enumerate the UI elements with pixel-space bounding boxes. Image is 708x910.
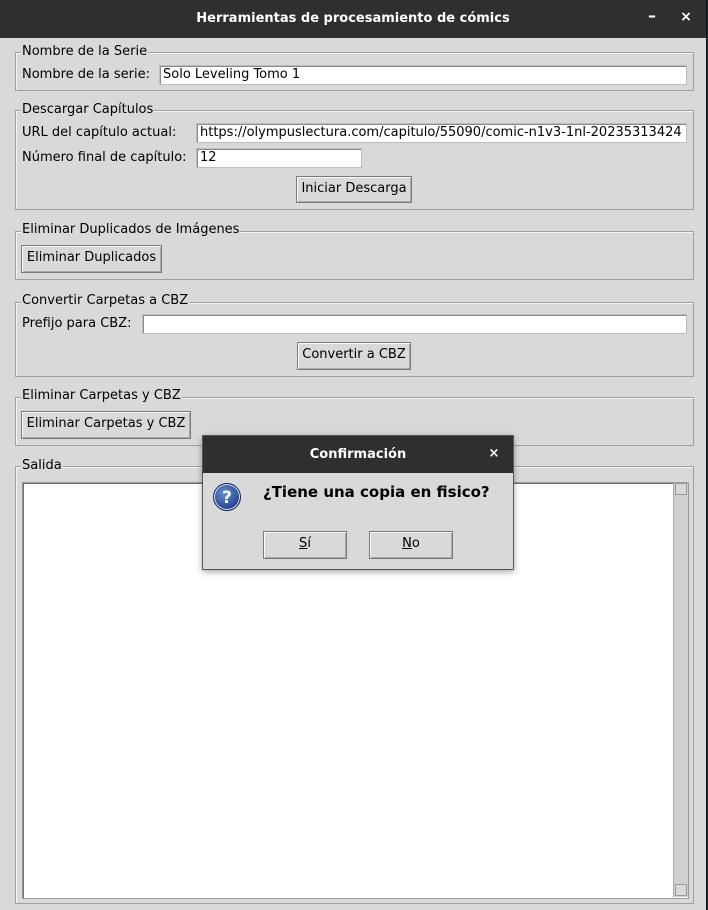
no-button[interactable]: No [369, 531, 453, 559]
question-icon: ? [213, 483, 241, 511]
start-download-button[interactable]: Iniciar Descarga [296, 176, 412, 203]
window-title: Herramientas de procesamiento de cómics [196, 11, 510, 26]
eliminar-legend: Eliminar Carpetas y CBZ [21, 388, 182, 404]
dialog-close-icon[interactable]: × [486, 446, 502, 462]
dialog-title-bar: Confirmación × [203, 436, 513, 473]
serie-legend: Nombre de la Serie [21, 44, 149, 60]
delete-folders-button[interactable]: Eliminar Carpetas y CBZ [21, 411, 191, 439]
title-bar: Herramientas de procesamiento de cómics … [0, 0, 706, 38]
salida-legend: Salida [21, 458, 63, 474]
main-window: Herramientas de procesamiento de cómics … [0, 0, 707, 910]
duplicados-legend: Eliminar Duplicados de Imágenes [21, 222, 241, 238]
scroll-up-arrow[interactable] [675, 483, 687, 495]
url-input[interactable]: https://olympuslectura.com/capitulo/5509… [196, 123, 687, 143]
close-icon[interactable]: × [676, 9, 696, 29]
no-label-rest: o [411, 536, 420, 551]
minimize-icon[interactable]: – [642, 6, 662, 26]
no-mnemonic: N [402, 536, 412, 551]
chapter-number-input[interactable]: 12 [196, 148, 362, 168]
dialog-title: Confirmación [309, 447, 407, 462]
scroll-down-arrow[interactable] [675, 884, 687, 896]
cbz-prefix-label: Prefijo para CBZ: [22, 316, 132, 331]
yes-label-rest: í [307, 536, 311, 551]
serie-label: Nombre de la serie: [22, 67, 150, 82]
remove-duplicates-button[interactable]: Eliminar Duplicados [21, 245, 162, 273]
output-scrollbar[interactable] [673, 483, 688, 897]
confirm-dialog: Confirmación × ? ¿Tiene una copia en fis… [202, 435, 514, 570]
serie-name-input[interactable]: Solo Leveling Tomo 1 [159, 65, 687, 85]
cbz-prefix-input[interactable] [142, 314, 687, 334]
dialog-message: ¿Tiene una copia en fisico? [263, 483, 490, 501]
yes-button[interactable]: Sí [263, 531, 347, 559]
cbz-legend: Convertir Carpetas a CBZ [21, 293, 190, 309]
descargar-legend: Descargar Capítulos [21, 102, 155, 118]
url-label: URL del capítulo actual: [22, 125, 177, 140]
convert-cbz-button[interactable]: Convertir a CBZ [297, 342, 411, 370]
chapter-number-label: Número final de capítulo: [22, 150, 187, 165]
